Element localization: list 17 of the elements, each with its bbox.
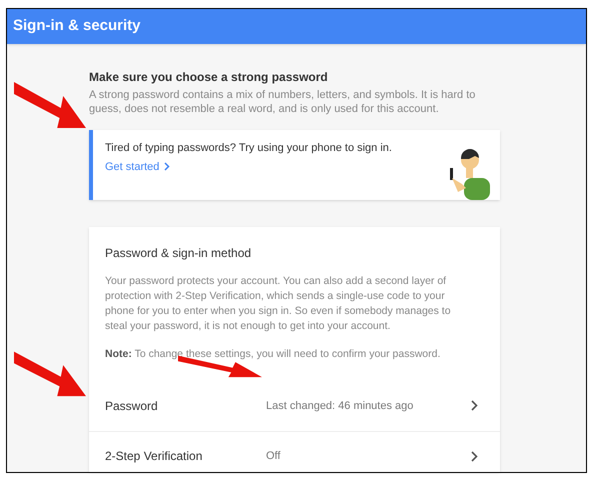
- chevron-right-icon: [471, 400, 478, 412]
- get-started-link[interactable]: Get started: [105, 158, 392, 175]
- row-value: Off: [266, 449, 282, 464]
- row-label: 2-Step Verification: [105, 448, 204, 466]
- chevron-right-icon: [164, 162, 170, 172]
- chevron-right-icon: [471, 450, 478, 462]
- settings-row[interactable]: 2-Step Verification Off: [89, 430, 500, 478]
- row-label: Password: [105, 398, 159, 415]
- row-value: Last changed: 46 minutes ago: [266, 398, 414, 414]
- card-description: Your password protects your account. You can also add a second layer of protection with 2-Step Verification, which sends a single-use code to your phone for you to enter when you sign in. So even if somebody manages to steal your password, it is not enough to get into your account.: [105, 274, 452, 334]
- section-description: A strong password contains a mix of numbers, letters, and symbols. It is hard to guess, does not resemble a real word, and is only used for this account.: [89, 88, 476, 116]
- section-heading: Make sure you choose a strong password: [89, 69, 329, 86]
- page-title: Sign-in & security: [13, 16, 141, 36]
- settings-row[interactable]: Password Last changed: 46 minutes ago: [89, 380, 500, 431]
- promo-text: Tired of typing passwords? Try using your phone to sign in.: [105, 141, 392, 156]
- note-text: Note: To change these settings, you will need to confirm your password.: [105, 347, 442, 362]
- card-title: Password & sign-in method: [105, 245, 252, 262]
